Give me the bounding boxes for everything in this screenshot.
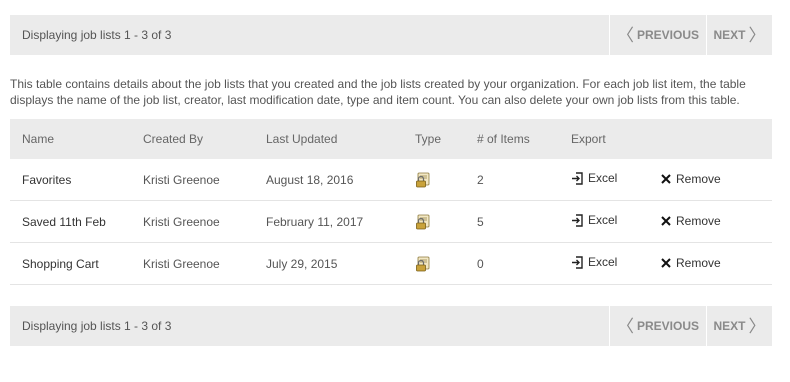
remove-link[interactable]: Remove: [661, 172, 721, 186]
type-cell: [415, 254, 477, 273]
chevron-right-icon: 〉: [748, 25, 766, 45]
created-by: Kristi Greenoe: [143, 214, 220, 229]
remove-cell: Remove: [661, 256, 772, 271]
lock-list-icon: [416, 214, 430, 230]
export-label: Excel: [588, 171, 618, 186]
remove-label: Remove: [676, 256, 721, 270]
table-row: Favorites Kristi Greenoe August 18, 2016…: [10, 159, 772, 201]
item-count: 5: [477, 214, 484, 229]
column-header-created-by: Created By: [143, 132, 204, 146]
remove-cell: Remove: [661, 172, 772, 187]
job-lists-table: Name Created By Last Updated Type # of I…: [10, 119, 772, 285]
column-header-items: # of Items: [477, 132, 530, 146]
table-header: Name Created By Last Updated Type # of I…: [10, 119, 772, 159]
export-icon: [572, 214, 583, 227]
last-updated: July 29, 2015: [266, 256, 338, 271]
column-header-type: Type: [415, 132, 442, 146]
export-label: Excel: [588, 255, 618, 270]
export-label: Excel: [588, 213, 618, 228]
remove-link[interactable]: Remove: [661, 256, 721, 270]
item-count: 0: [477, 256, 484, 271]
export-excel-link[interactable]: Excel: [571, 255, 617, 269]
pager-top: Displaying job lists 1 - 3 of 3 〈 PREVIO…: [10, 15, 772, 55]
chevron-right-icon: 〉: [748, 316, 766, 336]
lock-list-icon: [416, 172, 430, 188]
chevron-left-icon: 〈: [616, 316, 634, 336]
export-icon: [572, 172, 583, 185]
chevron-left-icon: 〈: [616, 25, 634, 45]
column-header-name: Name: [22, 132, 55, 146]
export-excel-link[interactable]: Excel: [571, 213, 617, 227]
pager-status: Displaying job lists 1 - 3 of 3: [22, 28, 172, 42]
type-cell: [415, 170, 477, 189]
column-header-export: Export: [571, 132, 606, 146]
export-excel-link[interactable]: Excel: [571, 171, 617, 185]
table-row: Shopping Cart Kristi Greenoe July 29, 20…: [10, 243, 772, 285]
previous-button[interactable]: 〈 PREVIOUS: [609, 306, 706, 346]
item-count: 2: [477, 172, 484, 187]
previous-label: PREVIOUS: [636, 319, 699, 333]
next-button[interactable]: NEXT 〉: [706, 15, 772, 55]
export-icon: [572, 256, 583, 269]
next-button[interactable]: NEXT 〉: [706, 306, 772, 346]
close-icon: [661, 174, 671, 184]
job-list-name: Shopping Cart: [22, 256, 99, 271]
last-updated: February 11, 2017: [266, 214, 364, 229]
last-updated: August 18, 2016: [266, 172, 354, 187]
remove-label: Remove: [676, 172, 721, 186]
remove-label: Remove: [676, 214, 721, 228]
previous-label: PREVIOUS: [636, 28, 699, 42]
table-row: Saved 11th Feb Kristi Greenoe February 1…: [10, 201, 772, 243]
column-header-last-updated: Last Updated: [266, 132, 338, 146]
pager-status: Displaying job lists 1 - 3 of 3: [22, 319, 172, 333]
export-cell: Excel: [571, 255, 661, 272]
remove-cell: Remove: [661, 214, 772, 229]
previous-button[interactable]: 〈 PREVIOUS: [609, 15, 706, 55]
close-icon: [661, 216, 671, 226]
job-list-name: Favorites: [22, 172, 72, 187]
export-cell: Excel: [571, 171, 661, 188]
export-cell: Excel: [571, 213, 661, 230]
created-by: Kristi Greenoe: [143, 256, 220, 271]
job-list-name: Saved 11th Feb: [22, 214, 106, 229]
next-label: NEXT: [713, 319, 746, 333]
pager-bottom: Displaying job lists 1 - 3 of 3 〈 PREVIO…: [10, 306, 772, 346]
remove-link[interactable]: Remove: [661, 214, 721, 228]
next-label: NEXT: [713, 28, 746, 42]
close-icon: [661, 258, 671, 268]
lock-list-icon: [416, 256, 430, 272]
created-by: Kristi Greenoe: [143, 172, 220, 187]
table-description: This table contains details about the jo…: [10, 77, 746, 107]
type-cell: [415, 212, 477, 231]
